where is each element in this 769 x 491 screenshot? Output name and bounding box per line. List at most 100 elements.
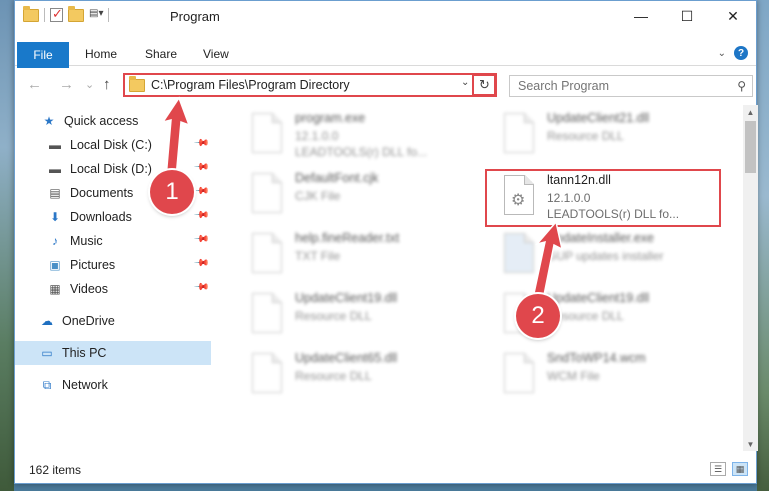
search-box[interactable]: ⚲	[509, 75, 753, 97]
file-type: CJK File	[295, 189, 341, 203]
documents-icon: ▤	[49, 186, 61, 200]
tab-view[interactable]: View	[203, 47, 229, 61]
recent-locations-button[interactable]: ⌄	[85, 78, 94, 91]
drive-icon: ▬	[49, 162, 61, 176]
file-item[interactable]: UpdateClient19.dll Resource DLL	[229, 287, 469, 345]
sidebar-item-videos[interactable]: ▦ Videos 📌	[15, 277, 211, 301]
file-name: SndToWP14.wcm	[547, 351, 646, 365]
title-bar: ▤▾ Program — ☐ ✕	[15, 1, 756, 31]
file-name: UpdateClient21.dll	[547, 111, 650, 125]
minimize-button[interactable]: —	[618, 1, 664, 31]
back-button[interactable]: ←	[27, 76, 42, 93]
tab-share[interactable]: Share	[145, 47, 177, 61]
scroll-down-icon[interactable]: ▼	[743, 437, 758, 451]
chevron-down-icon[interactable]: ⌄	[718, 48, 726, 59]
cloud-icon: ☁	[41, 314, 53, 328]
address-bar[interactable]: C:\Program Files\Program Directory ⌄ ↻	[123, 73, 497, 97]
pin-icon: 📌	[192, 255, 210, 272]
sidebar-item-onedrive[interactable]: ☁ OneDrive	[15, 309, 211, 333]
highlight-box	[485, 169, 721, 227]
pictures-icon: ▣	[49, 258, 61, 272]
customize-toolbar-icon[interactable]: ▤▾	[89, 8, 103, 22]
tab-home[interactable]: Home	[85, 47, 117, 61]
tab-file[interactable]: File	[17, 42, 69, 68]
dll-file-icon	[501, 113, 537, 157]
new-folder-icon[interactable]	[68, 5, 84, 22]
scrollbar-thumb[interactable]	[745, 121, 756, 173]
dll-file-icon	[249, 293, 285, 337]
file-name: UpdateInstaller.exe	[547, 231, 655, 245]
file-name: program.exe	[295, 111, 366, 125]
file-version: 12.1.0.0	[295, 129, 339, 143]
file-type: WCM File	[547, 369, 600, 383]
file-item[interactable]: help.fineReader.txt TXT File	[229, 227, 469, 285]
exe-file-icon	[249, 113, 285, 157]
details-view-icon[interactable]: ☰	[710, 462, 726, 476]
pin-icon: 📌	[192, 159, 210, 176]
sidebar-item-label: Documents	[70, 186, 134, 200]
forward-button[interactable]: →	[59, 76, 74, 93]
desktop-background-right	[757, 0, 769, 491]
file-name: help.fineReader.txt	[295, 231, 400, 245]
file-icon	[501, 353, 537, 397]
sidebar-item-label: OneDrive	[62, 314, 115, 328]
installer-icon	[501, 233, 537, 277]
address-dropdown-icon[interactable]: ⌄	[461, 77, 469, 88]
dll-file-icon	[249, 353, 285, 397]
up-button[interactable]: ↑	[103, 76, 111, 93]
pin-icon: 📌	[192, 135, 210, 152]
file-name: UpdateClient19.dll	[295, 291, 398, 305]
separator	[44, 8, 45, 22]
properties-icon[interactable]	[50, 6, 63, 22]
file-list: program.exe 12.1.0.0 LEADTOOLS(r) DLL fo…	[219, 105, 743, 451]
item-count: 162 items	[29, 463, 82, 477]
file-type: Resource DLL	[295, 369, 372, 383]
tiles-view-icon[interactable]: ▦	[732, 462, 748, 476]
step-2-badge: 2	[516, 294, 560, 338]
file-item[interactable]: SndToWP14.wcm WCM File	[481, 347, 721, 405]
sidebar-item-network[interactable]: ⧉ Network	[15, 373, 211, 397]
pin-icon: 📌	[192, 183, 210, 200]
sidebar-item-music[interactable]: ♪ Music 📌	[15, 229, 211, 253]
vertical-scrollbar[interactable]: ▲ ▼	[743, 105, 758, 451]
videos-icon: ▦	[49, 282, 61, 296]
navigation-pane: ★ Quick access ▬ Local Disk (C:) 📌 ▬ Loc…	[15, 105, 211, 451]
sidebar-item-quick-access[interactable]: ★ Quick access	[15, 109, 211, 133]
close-button[interactable]: ✕	[710, 1, 756, 31]
window-title: Program	[170, 9, 220, 24]
quick-access-toolbar: ▤▾	[23, 5, 109, 22]
help-icon[interactable]: ?	[734, 46, 748, 60]
maximize-button[interactable]: ☐	[664, 1, 710, 31]
file-item[interactable]: DefaultFont.cjk CJK File	[229, 167, 469, 225]
network-icon: ⧉	[42, 377, 52, 392]
file-item[interactable]: program.exe 12.1.0.0 LEADTOOLS(r) DLL fo…	[229, 107, 469, 165]
file-item[interactable]: UpdateClient21.dll Resource DLL	[481, 107, 721, 165]
file-type: Resource DLL	[295, 309, 372, 323]
address-path[interactable]: C:\Program Files\Program Directory	[151, 78, 350, 92]
sidebar-item-label: Quick access	[64, 114, 139, 128]
explorer-window: ▤▾ Program — ☐ ✕ File Home Share View ⌄ …	[14, 0, 758, 484]
sidebar-item-local-disk-c[interactable]: ▬ Local Disk (C:) 📌	[15, 133, 211, 157]
sidebar-item-label: Videos	[70, 282, 108, 296]
drive-icon: ▬	[49, 138, 61, 152]
file-name: UpdateClient19.dll	[547, 291, 650, 305]
search-icon[interactable]: ⚲	[737, 79, 746, 93]
file-type: GUP updates installer	[547, 249, 664, 263]
scroll-up-icon[interactable]: ▲	[743, 105, 758, 119]
pin-icon: 📌	[192, 279, 210, 296]
sidebar-item-pictures[interactable]: ▣ Pictures 📌	[15, 253, 211, 277]
download-icon: ⬇	[49, 210, 61, 224]
file-type: Resource DLL	[547, 129, 624, 143]
search-input[interactable]	[510, 76, 730, 96]
sidebar-item-label: Music	[70, 234, 103, 248]
file-item[interactable]: UpdateInstaller.exe GUP updates installe…	[481, 227, 721, 285]
file-icon	[249, 173, 285, 217]
sidebar-item-label: Local Disk (C:)	[70, 138, 152, 152]
file-item[interactable]: UpdateClient65.dll Resource DLL	[229, 347, 469, 405]
sidebar-item-this-pc[interactable]: ▭ This PC	[15, 341, 211, 365]
folder-icon	[129, 75, 145, 92]
star-icon: ★	[43, 114, 55, 128]
file-name: DefaultFont.cjk	[295, 171, 379, 185]
refresh-button[interactable]: ↻	[472, 74, 496, 96]
file-description: LEADTOOLS(r) DLL fo...	[295, 145, 428, 159]
